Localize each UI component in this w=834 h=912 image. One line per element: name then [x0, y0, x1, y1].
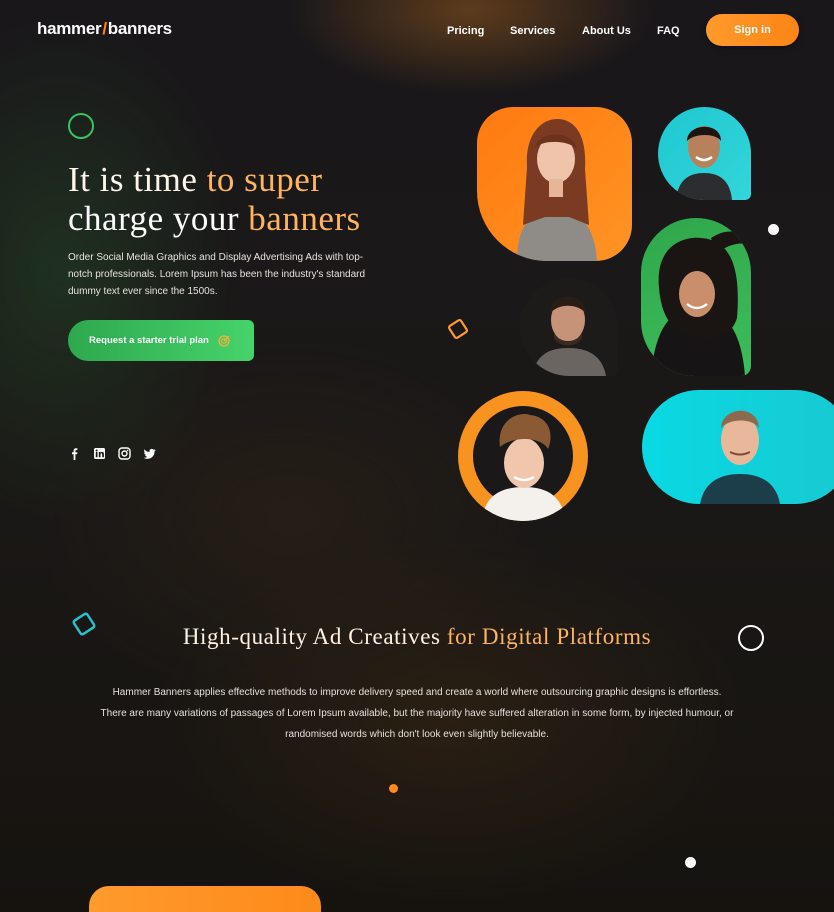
facebook-icon[interactable]	[68, 447, 81, 460]
portrait-tile-woman-green	[641, 218, 751, 376]
bottom-orange-button[interactable]	[89, 886, 321, 912]
decorative-white-dot	[685, 857, 696, 868]
logo-slash: /	[102, 19, 107, 38]
instagram-icon[interactable]	[118, 447, 131, 460]
decorative-white-dot	[768, 224, 779, 235]
section-title: High-quality Ad Creatives for Digital Pl…	[0, 624, 834, 650]
request-trial-label: Request a starter trial plan	[89, 335, 209, 346]
hero-title-part: charge your	[68, 199, 249, 238]
carousel-dot-active[interactable]	[389, 784, 398, 793]
hero-title-part: It is time	[68, 160, 207, 199]
sign-in-label: Sign in	[734, 24, 771, 36]
portrait-image	[532, 296, 606, 376]
linkedin-icon[interactable]	[93, 447, 106, 460]
twitter-icon[interactable]	[143, 447, 156, 460]
hero-title-part: banners	[248, 199, 361, 238]
decorative-orange-diamond	[447, 318, 469, 340]
portrait-tile-man-dark	[520, 278, 618, 376]
logo-text-right: banners	[107, 19, 172, 38]
portrait-tile-man-cyan	[658, 107, 751, 200]
nav-link-services[interactable]: Services	[510, 25, 555, 37]
request-trial-button[interactable]: Request a starter trial plan	[68, 320, 254, 361]
nav-link-about-us[interactable]: About Us	[582, 25, 631, 37]
target-icon	[218, 334, 230, 347]
nav-link-pricing[interactable]: Pricing	[447, 25, 484, 37]
brand-logo[interactable]: hammer/banners	[37, 19, 172, 39]
section-title-part: High-quality Ad Creatives	[182, 624, 447, 649]
portrait-image	[676, 126, 732, 200]
hero-title: It is time to super charge your banners	[68, 160, 448, 238]
hero-description: Order Social Media Graphics and Display …	[68, 252, 366, 297]
sign-in-button[interactable]: Sign in	[706, 14, 799, 46]
hero-title-part: to super	[206, 160, 323, 199]
decorative-white-ring	[738, 625, 764, 651]
decorative-green-ring	[68, 113, 94, 139]
portrait-image	[700, 410, 780, 504]
portrait-image	[473, 406, 573, 521]
section-title-part: for Digital Platforms	[446, 624, 652, 649]
logo-text-left: hammer	[37, 19, 102, 38]
section-description: Hammer Banners applies effective methods…	[100, 687, 734, 740]
portrait-image	[517, 119, 597, 261]
portrait-tile-woman-orange	[477, 107, 632, 261]
nav-link-faq[interactable]: FAQ	[657, 25, 680, 37]
portrait-tile-man-cyan-wide	[642, 390, 834, 504]
portrait-image	[651, 231, 747, 376]
portrait-tile-curly-man-orange	[458, 391, 588, 521]
